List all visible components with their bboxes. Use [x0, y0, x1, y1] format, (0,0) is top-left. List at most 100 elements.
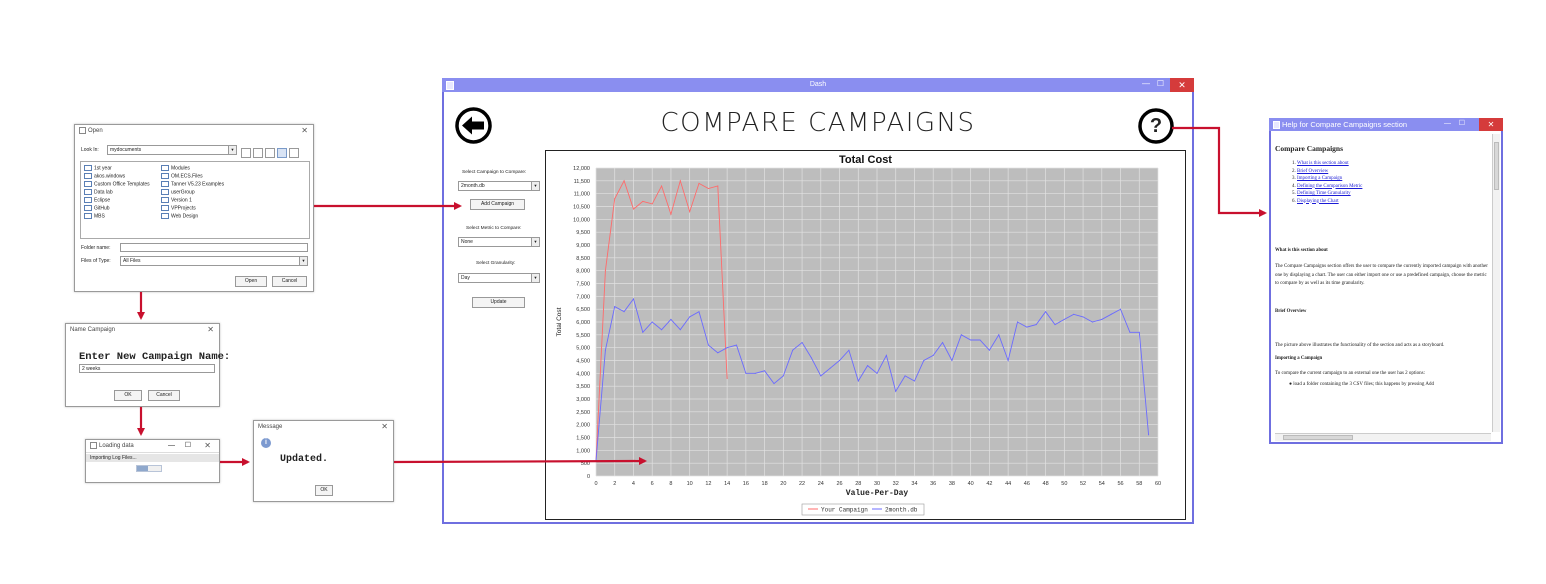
maximize-icon[interactable]: ☐ [185, 440, 191, 452]
campaign-combo[interactable]: 2month.db ▼ [458, 181, 540, 191]
x-tick-label: 24 [818, 481, 824, 487]
loading-dialog-title: Loading data [99, 443, 134, 449]
close-icon[interactable]: ✕ [1170, 78, 1194, 92]
file-list-item[interactable]: OM.ECS.Files [161, 173, 203, 180]
x-tick-label: 54 [1099, 481, 1105, 487]
data-point [670, 213, 672, 215]
files-of-type-combo[interactable]: All Files ▼ [120, 256, 308, 266]
details-view-icon[interactable] [289, 148, 299, 158]
open-dialog-titlebar[interactable]: Open [75, 125, 313, 137]
toc-link[interactable]: What is this section about [1297, 161, 1349, 166]
x-tick-label: 48 [1043, 481, 1049, 487]
ok-button[interactable]: OK [315, 485, 333, 496]
info-glyph: i [265, 439, 267, 446]
cancel-button[interactable]: Cancel [272, 276, 307, 287]
toc-link[interactable]: Defining Time Granularity [1297, 191, 1351, 196]
app-icon [79, 126, 86, 134]
y-tick-label: 1,500 [576, 436, 590, 442]
maximize-icon[interactable]: ☐ [1157, 78, 1164, 90]
file-list-item[interactable]: userGroup [161, 189, 195, 196]
y-tick-label: 9,500 [576, 230, 590, 236]
toc-link[interactable]: Brief Overview [1297, 169, 1328, 174]
y-tick-label: 7,500 [576, 282, 590, 288]
dash-titlebar[interactable]: Dash — ☐ ✕ [442, 78, 1194, 92]
maximize-icon[interactable]: ☐ [1459, 118, 1465, 130]
metric-combo[interactable]: None ▼ [458, 237, 540, 247]
x-tick-label: 22 [799, 481, 805, 487]
file-name: userGroup [171, 189, 195, 196]
file-list-item[interactable]: Eclipse [84, 197, 110, 204]
scrollbar-thumb[interactable] [1494, 142, 1499, 190]
add-campaign-button[interactable]: Add Campaign [470, 199, 525, 210]
data-point [923, 360, 925, 361]
file-list-item[interactable]: akos.windows [84, 173, 125, 180]
file-list-item[interactable]: Version 1 [161, 197, 192, 204]
data-point [857, 380, 859, 382]
look-in-value: mydocuments [110, 147, 142, 153]
loading-dialog-titlebar[interactable]: Loading data [86, 440, 219, 453]
chart-title: Total Cost [839, 154, 892, 166]
message-dialog-titlebar[interactable]: Message [254, 421, 393, 433]
help-button[interactable]: ? [1138, 108, 1174, 144]
y-tick-label: 9,000 [576, 243, 590, 249]
file-list-item[interactable]: Custom Office Templates [84, 181, 150, 188]
data-point [717, 185, 719, 187]
x-tick-label: 50 [1061, 481, 1067, 487]
vertical-scrollbar[interactable] [1492, 134, 1500, 432]
open-button[interactable]: Open [235, 276, 267, 287]
list-view-icon[interactable] [277, 148, 287, 158]
message-dialog-title: Message [258, 424, 283, 430]
folder-icon [161, 165, 169, 171]
chevron-down-icon: ▼ [299, 257, 307, 265]
minimize-icon[interactable]: — [1142, 78, 1150, 90]
data-point [745, 372, 747, 374]
help-titlebar[interactable]: Help for Compare Campaigns section — ☐ ✕ [1269, 118, 1503, 131]
horizontal-scrollbar[interactable] [1275, 433, 1491, 441]
file-list-item[interactable]: MBS [84, 213, 105, 220]
cancel-button[interactable]: Cancel [148, 390, 180, 401]
close-icon[interactable]: ✕ [1479, 118, 1503, 131]
toc-link[interactable]: Defining the Comparison Metric [1297, 184, 1362, 189]
chart-panel: 0 500 1,000 1,500 2,000 2,500 3,000 3,500 4,000 4… [545, 150, 1186, 520]
file-list-item[interactable]: Tanner V5.23 Examples [161, 181, 224, 188]
file-list-item[interactable]: VPProjects [161, 205, 196, 212]
close-icon[interactable]: ✕ [207, 324, 214, 336]
toc-link[interactable]: Importing a Campaign [1297, 176, 1342, 181]
file-list-item[interactable]: Data lab [84, 189, 113, 196]
file-list[interactable]: 1st year akos.windows Custom Office Templa… [80, 161, 310, 239]
file-list-item[interactable]: 1st year [84, 165, 112, 172]
campaign-name-input[interactable]: 2 weeks [79, 364, 215, 373]
data-point [810, 357, 812, 359]
toc-link[interactable]: Displaying the Chart [1297, 199, 1339, 204]
y-tick-label: 0 [587, 474, 590, 480]
scrollbar-thumb[interactable] [1283, 435, 1353, 440]
file-list-item[interactable]: Modules [161, 165, 190, 172]
data-point [726, 347, 728, 349]
file-list-item[interactable]: GitHub [84, 205, 110, 212]
minimize-icon[interactable]: — [168, 440, 175, 452]
ok-button[interactable]: OK [114, 390, 142, 401]
folder-name-field[interactable] [120, 243, 308, 252]
x-tick-label: 40 [968, 481, 974, 487]
file-list-item[interactable]: Web Design [161, 213, 198, 220]
look-in-combo[interactable]: mydocuments ▼ [107, 145, 237, 155]
x-tick-label: 6 [651, 481, 654, 487]
close-icon[interactable]: ✕ [301, 125, 308, 137]
x-tick-label: 4 [632, 481, 635, 487]
update-button[interactable]: Update [472, 297, 525, 308]
granularity-combo[interactable]: Day ▼ [458, 273, 540, 283]
close-icon[interactable]: ✕ [204, 440, 211, 452]
data-point [689, 316, 691, 318]
minimize-icon[interactable]: — [1444, 118, 1451, 130]
close-icon[interactable]: ✕ [381, 421, 388, 433]
new-folder-icon[interactable] [265, 148, 275, 158]
name-dialog-titlebar[interactable]: Name Campaign [66, 324, 219, 336]
data-point [642, 200, 644, 202]
y-tick-label: 8,000 [576, 269, 590, 275]
folder-name-label: Folder name: [81, 245, 111, 251]
data-point [1138, 331, 1140, 333]
up-folder-icon[interactable] [241, 148, 251, 158]
page-title: COMPARE CAMPAIGNS [660, 108, 976, 138]
home-icon[interactable] [253, 148, 263, 158]
dash-title: Dash [809, 81, 827, 88]
